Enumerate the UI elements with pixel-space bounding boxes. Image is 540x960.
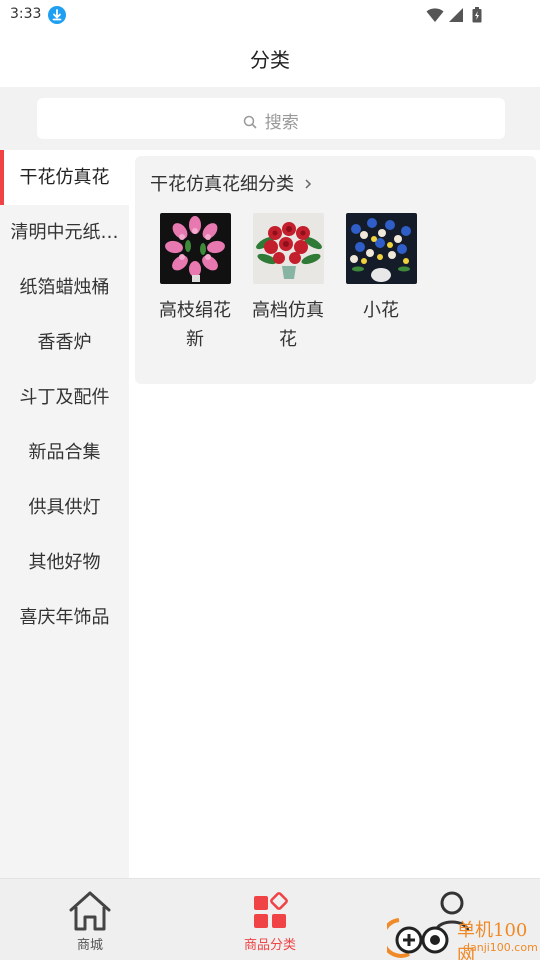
product-name: 高档仿真花 <box>252 300 324 350</box>
search-placeholder: 搜索 <box>264 113 299 133</box>
subcategory-header[interactable]: 干花仿真花细分类 <box>150 170 312 196</box>
sidebar-item-offering-lamps[interactable]: 供具供灯 <box>0 480 129 535</box>
status-bar: 3:33 <box>0 0 540 30</box>
download-icon <box>48 6 66 24</box>
home-icon <box>69 891 111 931</box>
tab-categories-label: 商品分类 <box>243 938 296 953</box>
watermark: 单机100网 danji100.com <box>385 910 540 960</box>
tab-mall[interactable]: 商城 <box>0 879 180 960</box>
sidebar-item-accessories[interactable]: 斗丁及配件 <box>0 370 129 425</box>
chevron-right-icon <box>305 178 311 189</box>
wifi-icon <box>426 8 444 22</box>
page-title: 分类 <box>250 48 290 72</box>
product-name: 高枝绢花新 <box>159 300 231 350</box>
product-item[interactable]: 小花 <box>341 213 421 325</box>
subcategory-card: 干花仿真花细分类 高枝绢花新 高档仿真花 小花 <box>135 156 536 384</box>
watermark-logo-icon <box>387 918 449 958</box>
sidebar-item-incense-burner[interactable]: 香香炉 <box>0 315 129 370</box>
signal-icon <box>449 8 463 22</box>
tab-mall-label: 商城 <box>76 938 103 953</box>
sidebar-item-dried-flowers[interactable]: 干花仿真花 <box>0 150 129 205</box>
product-name: 小花 <box>363 300 399 321</box>
search-input[interactable]: 搜索 <box>37 98 505 139</box>
product-image <box>252 213 324 284</box>
product-image <box>159 213 231 284</box>
watermark-subtext: danji100.com <box>463 941 538 954</box>
subcategory-title: 干花仿真花细分类 <box>150 174 294 195</box>
battery-icon <box>472 7 482 23</box>
status-icons <box>426 7 506 23</box>
category-sidebar: 干花仿真花 清明中元纸… 纸箔蜡烛桶 香香炉 斗丁及配件 新品合集 供具供灯 其… <box>0 150 129 878</box>
search-icon <box>244 115 257 128</box>
sidebar-item-festive-decor[interactable]: 喜庆年饰品 <box>0 590 129 645</box>
product-item[interactable]: 高枝绢花新 <box>155 213 235 354</box>
product-image <box>345 213 417 284</box>
product-item[interactable]: 高档仿真花 <box>248 213 328 354</box>
sidebar-item-paper-candles[interactable]: 纸箔蜡烛桶 <box>0 260 129 315</box>
header: 分类 <box>0 30 540 87</box>
category-content: 干花仿真花细分类 高枝绢花新 高档仿真花 小花 <box>129 150 540 878</box>
status-time: 3:33 <box>10 6 42 22</box>
sidebar-item-other-goods[interactable]: 其他好物 <box>0 535 129 590</box>
sidebar-item-paper-offerings[interactable]: 清明中元纸… <box>0 205 129 260</box>
category-icon <box>254 892 288 928</box>
tab-categories[interactable]: 商品分类 <box>180 879 360 960</box>
sidebar-item-new-arrivals[interactable]: 新品合集 <box>0 425 129 480</box>
search-bar: 搜索 <box>0 87 540 150</box>
